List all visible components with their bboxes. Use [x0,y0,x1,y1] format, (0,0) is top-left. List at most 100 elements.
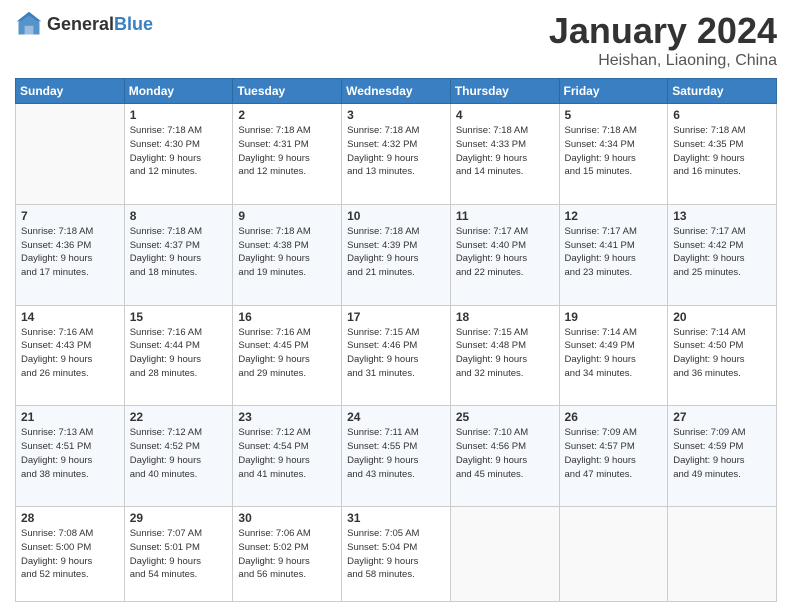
calendar-cell: 27 Sunrise: 7:09 AM Sunset: 4:59 PM Dayli… [668,406,777,507]
day-info: Sunrise: 7:18 AM Sunset: 4:35 PM Dayligh… [673,124,771,179]
calendar-cell: 11 Sunrise: 7:17 AM Sunset: 4:40 PM Dayli… [450,204,559,305]
calendar-cell: 7 Sunrise: 7:18 AM Sunset: 4:36 PM Daylig… [16,204,125,305]
calendar-cell: 25 Sunrise: 7:10 AM Sunset: 4:56 PM Dayli… [450,406,559,507]
calendar-cell: 29 Sunrise: 7:07 AM Sunset: 5:01 PM Dayli… [124,507,233,602]
calendar-cell: 17 Sunrise: 7:15 AM Sunset: 4:46 PM Dayli… [342,305,451,406]
day-number: 29 [130,511,228,525]
day-info: Sunrise: 7:17 AM Sunset: 4:40 PM Dayligh… [456,225,554,280]
calendar-cell: 3 Sunrise: 7:18 AM Sunset: 4:32 PM Daylig… [342,104,451,205]
day-info: Sunrise: 7:18 AM Sunset: 4:39 PM Dayligh… [347,225,445,280]
day-info: Sunrise: 7:18 AM Sunset: 4:30 PM Dayligh… [130,124,228,179]
day-info: Sunrise: 7:15 AM Sunset: 4:48 PM Dayligh… [456,326,554,381]
day-info: Sunrise: 7:08 AM Sunset: 5:00 PM Dayligh… [21,527,119,582]
day-info: Sunrise: 7:18 AM Sunset: 4:36 PM Dayligh… [21,225,119,280]
day-number: 7 [21,209,119,223]
day-info: Sunrise: 7:15 AM Sunset: 4:46 PM Dayligh… [347,326,445,381]
calendar-header: Sunday Monday Tuesday Wednesday Thursday… [16,79,777,104]
calendar-cell: 2 Sunrise: 7:18 AM Sunset: 4:31 PM Daylig… [233,104,342,205]
calendar-cell: 30Sunrise: 7:06 AM Sunset: 5:02 PM Dayli… [233,507,342,602]
day-number: 9 [238,209,336,223]
logo-blue: Blue [114,14,153,34]
header-wednesday: Wednesday [342,79,451,104]
day-info: Sunrise: 7:18 AM Sunset: 4:34 PM Dayligh… [565,124,663,179]
day-number: 14 [21,310,119,324]
day-info: Sunrise: 7:12 AM Sunset: 4:52 PM Dayligh… [130,426,228,481]
day-number: 20 [673,310,771,324]
day-number: 15 [130,310,228,324]
title-month: January 2024 [549,10,777,52]
calendar-cell: 10 Sunrise: 7:18 AM Sunset: 4:39 PM Dayli… [342,204,451,305]
day-info: Sunrise: 7:11 AM Sunset: 4:55 PM Dayligh… [347,426,445,481]
day-number: 27 [673,410,771,424]
day-info: Sunrise: 7:17 AM Sunset: 4:42 PM Dayligh… [673,225,771,280]
calendar-cell: 14Sunrise: 7:16 AM Sunset: 4:43 PM Dayli… [16,305,125,406]
title-block: January 2024 Heishan, Liaoning, China [549,10,777,70]
day-info: Sunrise: 7:13 AM Sunset: 4:51 PM Dayligh… [21,426,119,481]
calendar-table: Sunday Monday Tuesday Wednesday Thursday… [15,78,777,602]
calendar-cell: 20 Sunrise: 7:14 AM Sunset: 4:50 PM Dayli… [668,305,777,406]
day-info: Sunrise: 7:18 AM Sunset: 4:32 PM Dayligh… [347,124,445,179]
day-info: Sunrise: 7:05 AM Sunset: 5:04 PM Dayligh… [347,527,445,582]
day-number: 18 [456,310,554,324]
day-info: Sunrise: 7:07 AM Sunset: 5:01 PM Dayligh… [130,527,228,582]
calendar-cell: 4Sunrise: 7:18 AM Sunset: 4:33 PM Daylig… [450,104,559,205]
day-info: Sunrise: 7:14 AM Sunset: 4:49 PM Dayligh… [565,326,663,381]
calendar-cell: 19 Sunrise: 7:14 AM Sunset: 4:49 PM Dayli… [559,305,668,406]
calendar-cell: 13Sunrise: 7:17 AM Sunset: 4:42 PM Dayli… [668,204,777,305]
day-number: 17 [347,310,445,324]
day-info: Sunrise: 7:10 AM Sunset: 4:56 PM Dayligh… [456,426,554,481]
day-info: Sunrise: 7:14 AM Sunset: 4:50 PM Dayligh… [673,326,771,381]
calendar-cell: 12 Sunrise: 7:17 AM Sunset: 4:41 PM Dayli… [559,204,668,305]
day-number: 12 [565,209,663,223]
calendar-cell [559,507,668,602]
day-number: 2 [238,108,336,122]
calendar-cell: 16Sunrise: 7:16 AM Sunset: 4:45 PM Dayli… [233,305,342,406]
day-info: Sunrise: 7:16 AM Sunset: 4:45 PM Dayligh… [238,326,336,381]
day-info: Sunrise: 7:18 AM Sunset: 4:37 PM Dayligh… [130,225,228,280]
day-number: 26 [565,410,663,424]
day-number: 23 [238,410,336,424]
calendar-cell: 5 Sunrise: 7:18 AM Sunset: 4:34 PM Daylig… [559,104,668,205]
calendar-cell: 24Sunrise: 7:11 AM Sunset: 4:55 PM Dayli… [342,406,451,507]
day-number: 10 [347,209,445,223]
header-friday: Friday [559,79,668,104]
day-info: Sunrise: 7:17 AM Sunset: 4:41 PM Dayligh… [565,225,663,280]
day-info: Sunrise: 7:18 AM Sunset: 4:31 PM Dayligh… [238,124,336,179]
calendar-cell: 22 Sunrise: 7:12 AM Sunset: 4:52 PM Dayli… [124,406,233,507]
logo: GeneralBlue [15,10,153,38]
day-number: 19 [565,310,663,324]
calendar-cell [450,507,559,602]
day-number: 5 [565,108,663,122]
day-info: Sunrise: 7:18 AM Sunset: 4:33 PM Dayligh… [456,124,554,179]
calendar-cell: 26Sunrise: 7:09 AM Sunset: 4:57 PM Dayli… [559,406,668,507]
calendar-cell: 23 Sunrise: 7:12 AM Sunset: 4:54 PM Dayli… [233,406,342,507]
day-number: 22 [130,410,228,424]
day-number: 1 [130,108,228,122]
calendar-body: 1 Sunrise: 7:18 AM Sunset: 4:30 PM Daylig… [16,104,777,602]
calendar-cell [16,104,125,205]
calendar-cell: 18 Sunrise: 7:15 AM Sunset: 4:48 PM Dayli… [450,305,559,406]
day-number: 31 [347,511,445,525]
day-info: Sunrise: 7:09 AM Sunset: 4:59 PM Dayligh… [673,426,771,481]
weekday-header-row: Sunday Monday Tuesday Wednesday Thursday… [16,79,777,104]
day-info: Sunrise: 7:18 AM Sunset: 4:38 PM Dayligh… [238,225,336,280]
header-sunday: Sunday [16,79,125,104]
logo-general: General [47,14,114,34]
header-tuesday: Tuesday [233,79,342,104]
calendar-cell [668,507,777,602]
page: GeneralBlue January 2024 Heishan, Liaoni… [0,0,792,612]
day-number: 25 [456,410,554,424]
title-location: Heishan, Liaoning, China [549,52,777,70]
day-number: 11 [456,209,554,223]
header-saturday: Saturday [668,79,777,104]
day-number: 3 [347,108,445,122]
calendar-cell: 1 Sunrise: 7:18 AM Sunset: 4:30 PM Daylig… [124,104,233,205]
header: GeneralBlue January 2024 Heishan, Liaoni… [15,10,777,70]
day-info: Sunrise: 7:12 AM Sunset: 4:54 PM Dayligh… [238,426,336,481]
day-number: 6 [673,108,771,122]
day-number: 21 [21,410,119,424]
day-number: 28 [21,511,119,525]
logo-icon [15,10,43,38]
calendar-cell: 8Sunrise: 7:18 AM Sunset: 4:37 PM Daylig… [124,204,233,305]
day-number: 30 [238,511,336,525]
